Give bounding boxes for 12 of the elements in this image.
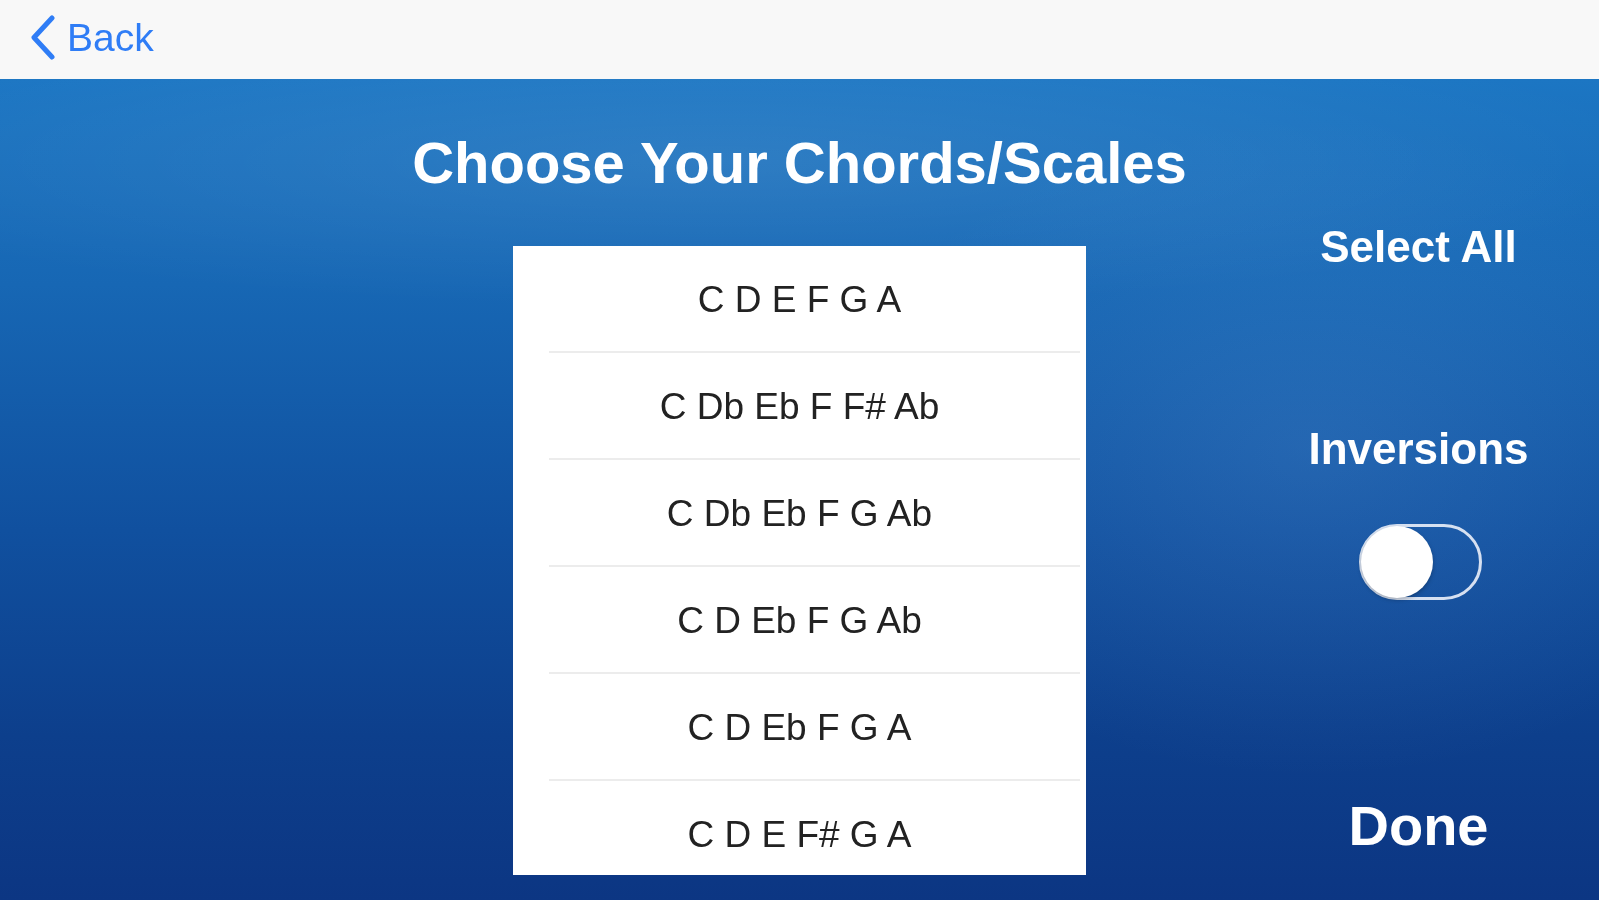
scale-row[interactable]: C Db Eb F G Ab (513, 460, 1086, 567)
chevron-left-icon (30, 15, 55, 60)
done-button[interactable]: Done (1348, 794, 1489, 858)
scale-row[interactable]: C D Eb F G Ab (513, 567, 1086, 674)
inversions-label: Inversions (1308, 423, 1529, 475)
select-all-button[interactable]: Select All (1320, 216, 1517, 278)
scale-row[interactable]: C D Eb F G A (513, 674, 1086, 781)
inversions-toggle[interactable] (1359, 524, 1482, 600)
back-button[interactable]: Back (30, 14, 154, 61)
scale-row[interactable]: C D E F G A (513, 246, 1086, 353)
page-title: Choose Your Chords/Scales (411, 130, 1188, 196)
scale-row[interactable]: C Db Eb F F# Ab (513, 353, 1086, 460)
